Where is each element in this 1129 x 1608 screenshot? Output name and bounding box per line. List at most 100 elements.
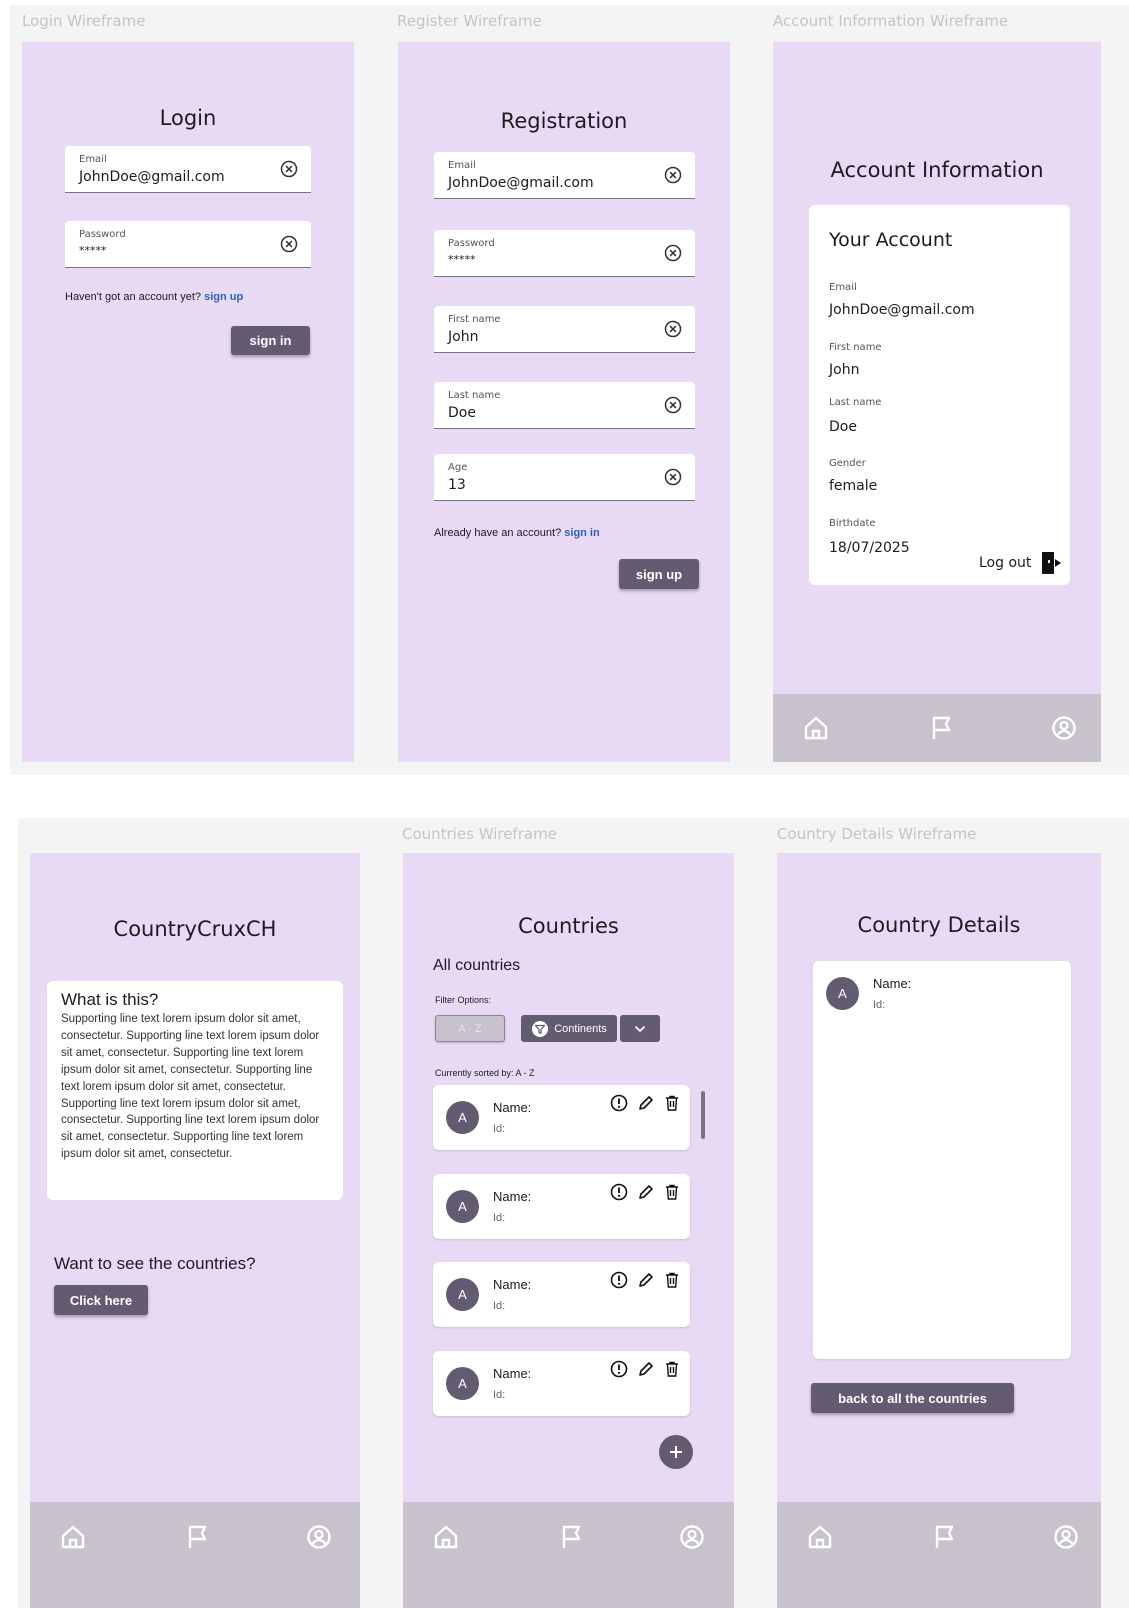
details-frame-label: Country Details Wireframe [777, 825, 977, 843]
info-icon[interactable] [610, 1094, 628, 1112]
register-age-field[interactable]: Age 13 [434, 454, 695, 501]
home-icon[interactable] [803, 715, 829, 741]
chevron-down-icon [634, 1025, 646, 1032]
continents-dropdown-button[interactable] [620, 1015, 660, 1042]
pencil-icon[interactable] [637, 1183, 655, 1201]
country-name: Name: [493, 1100, 532, 1115]
circle-x-icon[interactable] [663, 395, 683, 415]
flag-icon[interactable] [932, 1524, 958, 1550]
signup-link[interactable]: sign up [204, 291, 243, 303]
last-name-label: Last name [829, 397, 882, 408]
back-to-countries-button[interactable]: back to all the countries [811, 1383, 1014, 1413]
country-id: Id: [493, 1212, 506, 1224]
pencil-icon[interactable] [637, 1094, 655, 1112]
info-icon[interactable] [610, 1271, 628, 1289]
account-card-title: Your Account [829, 229, 953, 251]
circle-x-icon[interactable] [279, 234, 299, 254]
info-card: What is this? Supporting line text lorem… [47, 981, 343, 1200]
home-icon[interactable] [807, 1524, 833, 1550]
country-name: Name: [493, 1189, 532, 1204]
logout-icon [1042, 552, 1062, 574]
circle-x-icon[interactable] [663, 467, 683, 487]
field-label: Last name [448, 390, 501, 401]
birthdate-label: Birthdate [829, 518, 876, 529]
info-icon[interactable] [610, 1360, 628, 1378]
trash-icon[interactable] [663, 1360, 681, 1378]
login-password-field[interactable]: Password ***** [65, 221, 311, 268]
account-frame-label: Account Information Wireframe [773, 12, 1009, 30]
home-icon[interactable] [60, 1524, 86, 1550]
cta-text: Want to see the countries? [54, 1254, 256, 1273]
field-label: Email [448, 160, 476, 171]
register-email-field[interactable]: Email JohnDoe@gmail.com [434, 152, 695, 199]
filter-icon [532, 1020, 549, 1037]
account-circle-icon[interactable] [306, 1524, 332, 1550]
email-value: JohnDoe@gmail.com [829, 302, 975, 318]
login-title: Login [159, 106, 217, 130]
add-country-button[interactable] [659, 1435, 693, 1469]
country-name: Name: [493, 1277, 532, 1292]
country-card[interactable]: A Name: Id: [433, 1085, 690, 1150]
details-card: A Name: Id: [813, 961, 1071, 1359]
first-name-label: First name [829, 342, 882, 353]
register-frame-label: Register Wireframe [397, 12, 542, 30]
pencil-icon[interactable] [637, 1360, 655, 1378]
circle-x-icon[interactable] [279, 159, 299, 179]
field-label: Password [448, 238, 495, 249]
sign-in-button[interactable]: sign in [231, 326, 310, 355]
country-id: Id: [493, 1123, 506, 1135]
flag-icon[interactable] [559, 1524, 585, 1550]
login-email-field[interactable]: Email JohnDoe@gmail.com [65, 146, 311, 193]
last-name-value: Doe [829, 419, 857, 435]
details-title: Country Details [857, 913, 1021, 937]
avatar: A [446, 1367, 479, 1400]
field-value: 13 [448, 477, 466, 493]
account-circle-icon[interactable] [679, 1524, 705, 1550]
logout-button[interactable]: Log out [979, 551, 1063, 575]
field-value: ***** [79, 244, 107, 257]
signup-helper: Haven't got an account yet? sign up [65, 291, 243, 303]
country-id: Id: [493, 1389, 506, 1401]
register-last-name-field[interactable]: Last name Doe [434, 382, 695, 429]
plus-icon [670, 1446, 682, 1458]
field-value: Doe [448, 405, 476, 421]
sort-az-button[interactable]: A - Z [435, 1015, 505, 1042]
circle-x-icon[interactable] [663, 243, 683, 263]
sign-up-button[interactable]: sign up [619, 559, 699, 589]
home-icon[interactable] [433, 1524, 459, 1550]
all-countries-heading: All countries [433, 957, 521, 974]
home-screen: CountryCruxCH What is this? Supporting l… [30, 853, 360, 1608]
country-card[interactable]: A Name: Id: [433, 1262, 690, 1327]
info-card-body: Supporting line text lorem ipsum dolor s… [61, 1013, 320, 1161]
home-title: CountryCruxCH [113, 917, 277, 941]
register-password-field[interactable]: Password ***** [434, 230, 695, 277]
signin-link[interactable]: sign in [564, 527, 599, 539]
flag-icon[interactable] [929, 715, 955, 741]
country-card[interactable]: A Name: Id: [433, 1351, 690, 1416]
gender-label: Gender [829, 458, 866, 469]
trash-icon[interactable] [663, 1183, 681, 1201]
info-icon[interactable] [610, 1183, 628, 1201]
field-value: JohnDoe@gmail.com [448, 175, 594, 191]
circle-x-icon[interactable] [663, 319, 683, 339]
info-card-title: What is this? [61, 990, 159, 1009]
helper-text: Haven't got an account yet? [65, 291, 202, 303]
register-title: Registration [500, 109, 628, 133]
continents-filter-button[interactable]: Continents [521, 1015, 617, 1042]
trash-icon[interactable] [663, 1094, 681, 1112]
pencil-icon[interactable] [637, 1271, 655, 1289]
country-id: Id: [873, 999, 886, 1011]
trash-icon[interactable] [663, 1271, 681, 1289]
click-here-button[interactable]: Click here [54, 1285, 148, 1315]
filter-label: Filter Options: [435, 995, 492, 1005]
account-circle-icon[interactable] [1051, 715, 1077, 741]
flag-icon[interactable] [185, 1524, 211, 1550]
list-scrollbar[interactable] [701, 1091, 705, 1139]
account-circle-icon[interactable] [1053, 1524, 1079, 1550]
avatar: A [826, 977, 859, 1010]
gender-value: female [829, 478, 878, 494]
register-first-name-field[interactable]: First name John [434, 306, 695, 353]
circle-x-icon[interactable] [663, 165, 683, 185]
avatar: A [446, 1190, 479, 1223]
country-card[interactable]: A Name: Id: [433, 1174, 690, 1239]
